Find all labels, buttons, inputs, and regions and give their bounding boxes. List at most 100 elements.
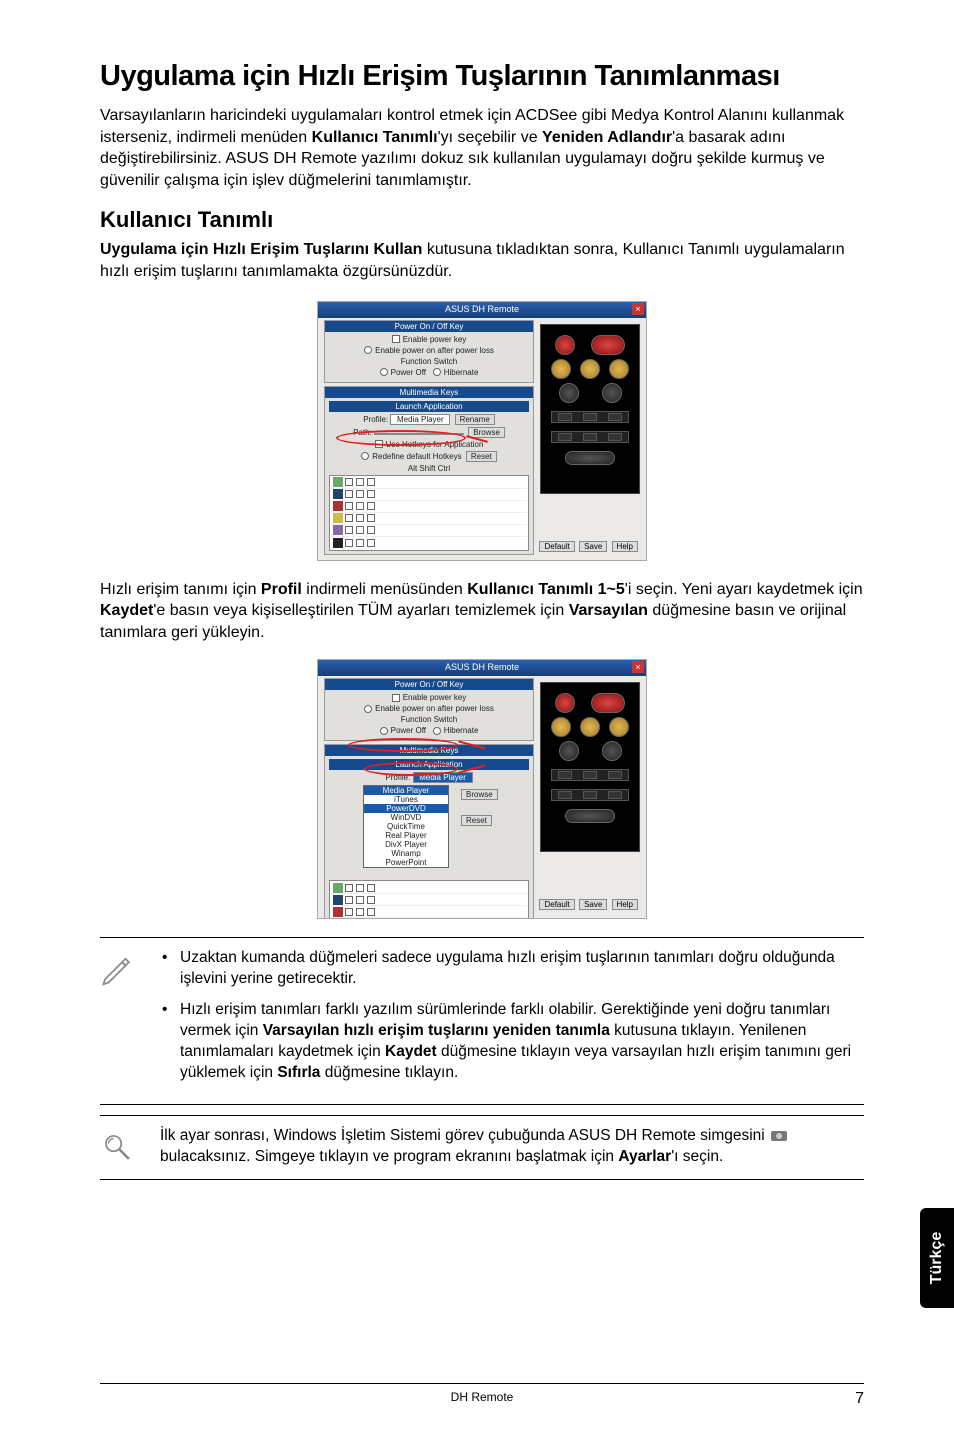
bold-text: Varsayılan: [569, 602, 648, 619]
save-button[interactable]: Save: [579, 899, 607, 910]
multimedia-section-header: Multimedia Keys: [325, 745, 533, 756]
radio[interactable]: [433, 727, 441, 735]
bold-text: Kullanıcı Tanımlı 1~5: [467, 581, 625, 598]
browse-button[interactable]: Browse: [461, 789, 498, 800]
color-icon: [333, 538, 343, 548]
multimedia-section: Multimedia Keys Launch Application Profi…: [324, 386, 534, 555]
dialog-buttons: Default Save Help: [537, 899, 638, 910]
dropdown-item[interactable]: Winamp: [364, 849, 448, 858]
dialog-buttons: Default Save Help: [537, 541, 638, 552]
dropdown-item[interactable]: QuickTime: [364, 822, 448, 831]
label: Enable power on after power loss: [375, 346, 494, 355]
default-button[interactable]: Default: [539, 541, 574, 552]
remote-button-icon: [559, 383, 579, 403]
save-button[interactable]: Save: [579, 541, 607, 552]
bold-text: Ayarlar: [618, 1148, 671, 1165]
label: Hibernate: [444, 726, 479, 735]
list-item[interactable]: [331, 894, 527, 906]
note-bullet-1: Uzaktan kumanda düğmeleri sadece uygulam…: [160, 948, 864, 990]
list-item[interactable]: [331, 501, 527, 513]
browse-button[interactable]: Browse: [468, 427, 505, 438]
close-icon[interactable]: ×: [632, 661, 644, 673]
dropdown-item[interactable]: PowerDVD: [364, 804, 448, 813]
color-icon: [333, 513, 343, 523]
window-titlebar: ASUS DH Remote ×: [318, 302, 646, 318]
page-title: Uygulama için Hızlı Erişim Tuşlarının Ta…: [100, 60, 864, 93]
remote-button-icon: [551, 359, 571, 379]
color-icon: [333, 477, 343, 487]
path-input[interactable]: [374, 433, 464, 435]
list-item[interactable]: [331, 918, 527, 919]
label: Enable power key: [403, 335, 467, 344]
power-section: Power On / Off Key Enable power key Enab…: [324, 320, 534, 383]
color-icon: [333, 907, 343, 917]
label: Enable power key: [403, 693, 467, 702]
pencil-icon: [100, 948, 160, 1094]
dropdown-item[interactable]: Media Player: [364, 786, 448, 795]
profile-select[interactable]: Media Player: [390, 414, 450, 425]
label: Hibernate: [444, 368, 479, 377]
radio[interactable]: [433, 368, 441, 376]
dropdown-item[interactable]: WinDVD: [364, 813, 448, 822]
default-button[interactable]: Default: [539, 899, 574, 910]
remote-button-icon: [602, 741, 622, 761]
text: 'ı seçin.: [671, 1148, 723, 1165]
dropdown-item[interactable]: iTunes: [364, 795, 448, 804]
dropdown-item[interactable]: DivX Player: [364, 840, 448, 849]
list-item[interactable]: [331, 525, 527, 537]
remote-button-icon: [609, 717, 629, 737]
text: 'yı seçebilir ve: [438, 129, 542, 146]
label: Enable power on after power loss: [375, 704, 494, 713]
note-content: Uzaktan kumanda düğmeleri sadece uygulam…: [160, 948, 864, 1094]
list-item[interactable]: [331, 882, 527, 894]
remote-preview: [540, 324, 640, 494]
note-bullet-2: Hızlı erişim tanımları farklı yazılım sü…: [160, 1000, 864, 1084]
color-icon: [333, 525, 343, 535]
rename-button[interactable]: Rename: [455, 414, 495, 425]
page-footer: DH Remote 7: [100, 1383, 864, 1408]
radio[interactable]: [364, 346, 372, 354]
radio[interactable]: [361, 452, 369, 460]
radio[interactable]: [364, 705, 372, 713]
remote-button-icon: [580, 359, 600, 379]
multimedia-section: Multimedia Keys Launch Application Profi…: [324, 744, 534, 919]
screenshot-2-container: ASUS DH Remote × Power On / Off Key Enab…: [100, 659, 864, 919]
profile-dropdown-list[interactable]: Media Player iTunes PowerDVD WinDVD Quic…: [363, 785, 449, 868]
radio[interactable]: [380, 727, 388, 735]
reset-button[interactable]: Reset: [466, 451, 497, 462]
list-item[interactable]: [331, 513, 527, 525]
language-tab: Türkçe: [920, 1208, 954, 1308]
remote-bar: [551, 411, 629, 423]
launch-app-header: Launch Application: [329, 759, 529, 770]
section-title: Kullanıcı Tanımlı: [100, 207, 864, 233]
close-icon[interactable]: ×: [632, 303, 644, 315]
list-item[interactable]: [331, 477, 527, 489]
list-item[interactable]: [331, 537, 527, 549]
remote-brand-icon: [591, 693, 625, 713]
dropdown-item[interactable]: PowerPoint: [364, 858, 448, 867]
text: İlk ayar sonrası, Windows İşletim Sistem…: [160, 1127, 769, 1144]
dropdown-item[interactable]: Real Player: [364, 831, 448, 840]
checkbox[interactable]: [392, 694, 400, 702]
profile-label: Profile:: [385, 773, 410, 782]
text: 'e basın veya kişiselleştirilen TÜM ayar…: [153, 602, 568, 619]
help-button[interactable]: Help: [612, 541, 638, 552]
power-section: Power On / Off Key Enable power key Enab…: [324, 678, 534, 741]
profile-select[interactable]: Media Player: [413, 772, 473, 783]
radio[interactable]: [380, 368, 388, 376]
reset-button[interactable]: Reset: [461, 815, 492, 826]
magnifier-icon: [100, 1126, 160, 1169]
tray-icon: [769, 1128, 789, 1144]
section-intro: Uygulama için Hızlı Erişim Tuşlarını Kul…: [100, 239, 864, 282]
color-icon: [333, 501, 343, 511]
screenshot-2: ASUS DH Remote × Power On / Off Key Enab…: [317, 659, 647, 919]
list-item[interactable]: [331, 906, 527, 918]
list-item[interactable]: [331, 489, 527, 501]
remote-button-icon: [559, 741, 579, 761]
checkbox[interactable]: [392, 335, 400, 343]
remote-bar: [551, 789, 629, 801]
color-icon: [333, 895, 343, 905]
help-button[interactable]: Help: [612, 899, 638, 910]
checkbox[interactable]: [375, 440, 383, 448]
remote-button-icon: [551, 717, 571, 737]
